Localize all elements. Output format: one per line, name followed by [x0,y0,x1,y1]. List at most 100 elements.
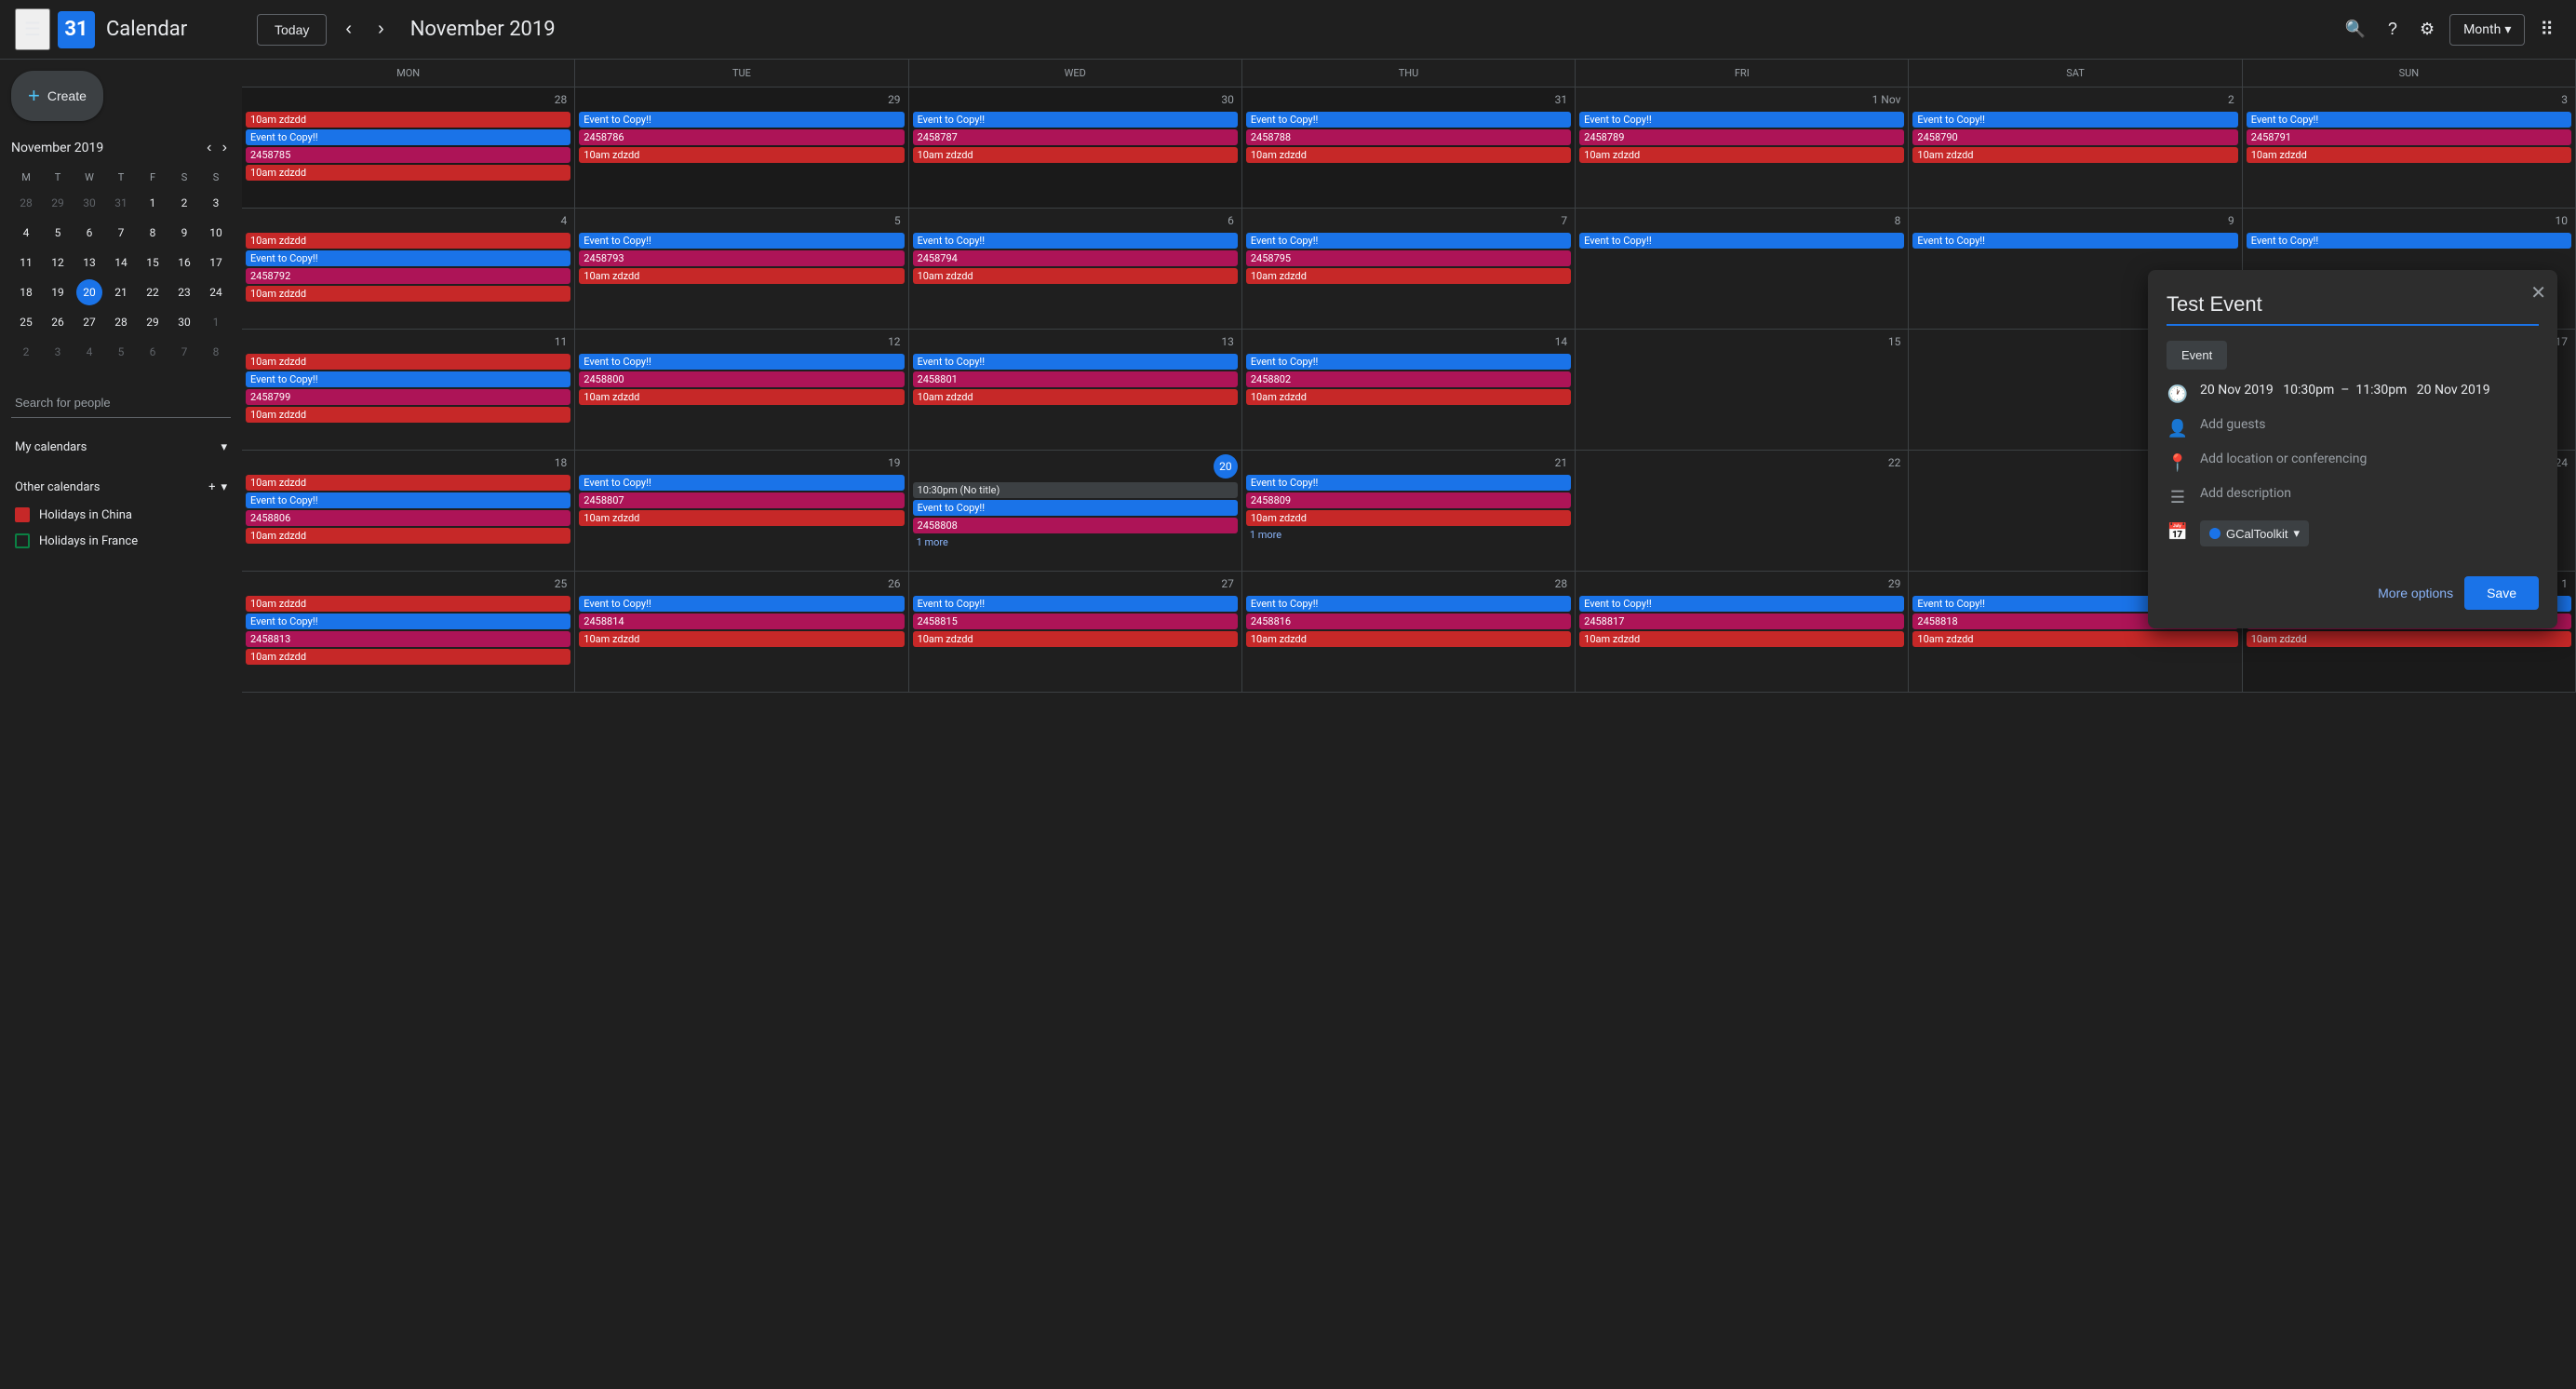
event-chip[interactable]: Event to Copy!! [1579,112,1904,128]
event-chip[interactable]: 10am zdzdd [1912,147,2237,163]
event-chip[interactable]: 10am zdzdd [1912,631,2237,647]
calendar-day-cell[interactable]: 30Event to Copy!!245878710am zdzdd [909,88,1242,209]
save-button[interactable]: Save [2464,576,2539,610]
event-chip[interactable]: Event to Copy!! [913,112,1238,128]
event-chip[interactable]: 10am zdzdd [913,147,1238,163]
add-guests-text[interactable]: Add guests [2200,417,2265,432]
mini-cal-cell[interactable]: 24 [203,279,229,305]
mini-cal-cell[interactable]: 29 [140,309,166,335]
event-chip[interactable]: 10am zdzdd [1246,510,1571,526]
event-chip[interactable]: 10am zdzdd [1246,631,1571,647]
view-selector[interactable]: Month ▾ [2449,14,2525,46]
calendar-day-cell[interactable]: 12Event to Copy!!245880010am zdzdd [575,330,908,451]
event-chip[interactable]: Event to Copy!! [1912,233,2237,249]
calendar-day-cell[interactable]: 2810am zdzddEvent to Copy!!245878510am z… [242,88,575,209]
event-chip[interactable]: Event to Copy!! [1912,112,2237,128]
event-chip[interactable]: Event to Copy!! [913,354,1238,370]
calendar-day-cell[interactable]: 1 NovEvent to Copy!!245878910am zdzdd [1576,88,1909,209]
calendar-day-cell[interactable]: 22 [1576,451,1909,572]
event-chip[interactable]: 2458794 [913,250,1238,266]
next-month-button[interactable]: › [370,11,392,47]
event-chip[interactable]: 2458788 [1246,129,1571,145]
event-chip[interactable]: Event to Copy!! [1246,475,1571,491]
event-chip[interactable]: 2458790 [1912,129,2237,145]
event-chip[interactable]: Event to Copy!! [2247,233,2571,249]
event-chip[interactable]: 10am zdzdd [246,354,570,370]
calendar-day-cell[interactable]: 3Event to Copy!!245879110am zdzdd [2243,88,2576,209]
calendar-day-cell[interactable]: 2Event to Copy!!245879010am zdzdd [1909,88,2242,209]
event-chip[interactable]: 2458793 [579,250,904,266]
event-chip[interactable]: 2458813 [246,631,570,647]
calendar-day-cell[interactable]: 19Event to Copy!!245880710am zdzdd [575,451,908,572]
mini-cal-cell[interactable]: 5 [45,220,71,246]
event-chip[interactable]: Event to Copy!! [579,112,904,128]
mini-cal-cell[interactable]: 29 [45,190,71,216]
event-chip[interactable]: 2458814 [579,614,904,629]
mini-cal-cell[interactable]: 20 [76,279,102,305]
event-chip[interactable]: 10am zdzdd [1579,147,1904,163]
mini-cal-cell[interactable]: 6 [140,339,166,365]
event-chip[interactable]: Event to Copy!! [1246,354,1571,370]
create-button[interactable]: + Create [11,71,103,121]
mini-cal-cell[interactable]: 30 [76,190,102,216]
mini-cal-cell[interactable]: 9 [171,220,197,246]
mini-cal-prev[interactable]: ‹ [203,136,215,160]
calendar-day-cell[interactable]: 14Event to Copy!!245880210am zdzdd [1242,330,1576,451]
today-button[interactable]: Today [257,14,327,46]
event-chip[interactable]: Event to Copy!! [1246,596,1571,612]
event-chip[interactable]: 10am zdzdd [246,407,570,423]
event-chip[interactable]: 10am zdzdd [2247,147,2571,163]
calendar-day-cell[interactable]: 15 [1576,330,1909,451]
event-chip[interactable]: Event to Copy!! [579,596,904,612]
mini-cal-cell[interactable]: 30 [171,309,197,335]
mini-cal-cell[interactable]: 2 [13,339,39,365]
event-chip[interactable]: 10am zdzdd [579,389,904,405]
calendar-day-cell[interactable]: 5Event to Copy!!245879310am zdzdd [575,209,908,330]
calendar-day-cell[interactable]: 8Event to Copy!! [1576,209,1909,330]
hamburger-menu-button[interactable]: ☰ [15,8,50,50]
calendar-day-cell[interactable]: 1810am zdzddEvent to Copy!!245880610am z… [242,451,575,572]
calendar-day-cell[interactable]: 13Event to Copy!!245880110am zdzdd [909,330,1242,451]
event-chip[interactable]: 2458815 [913,614,1238,629]
mini-cal-cell[interactable]: 6 [76,220,102,246]
calendar-day-cell[interactable]: 7Event to Copy!!245879510am zdzdd [1242,209,1576,330]
event-chip[interactable]: 2458786 [579,129,904,145]
mini-cal-cell[interactable]: 27 [76,309,102,335]
mini-cal-cell[interactable]: 12 [45,249,71,276]
mini-cal-cell[interactable]: 1 [140,190,166,216]
mini-cal-cell[interactable]: 4 [13,220,39,246]
prev-month-button[interactable]: ‹ [338,11,359,47]
calendar-day-cell[interactable]: 2510am zdzddEvent to Copy!!245881310am z… [242,572,575,693]
event-chip[interactable]: Event to Copy!! [579,233,904,249]
event-type-button[interactable]: Event [2167,341,2227,370]
more-events-link[interactable]: 1 more [1246,528,1571,542]
calendar-day-cell[interactable]: 29Event to Copy!!245881710am zdzdd [1576,572,1909,693]
add-location-text[interactable]: Add location or conferencing [2200,452,2367,466]
event-chip[interactable]: 2458816 [1246,614,1571,629]
mini-cal-cell[interactable]: 21 [108,279,134,305]
calendar-day-cell[interactable]: 6Event to Copy!!245879410am zdzdd [909,209,1242,330]
calendar-day-cell[interactable]: 29Event to Copy!!245878610am zdzdd [575,88,908,209]
mini-cal-cell[interactable]: 11 [13,249,39,276]
calendar-day-cell[interactable]: 28Event to Copy!!245881610am zdzdd [1242,572,1576,693]
mini-cal-cell[interactable]: 3 [203,190,229,216]
calendar-day-cell[interactable]: 1110am zdzddEvent to Copy!!245879910am z… [242,330,575,451]
help-button[interactable]: ? [2381,12,2405,47]
mini-cal-cell[interactable]: 17 [203,249,229,276]
event-chip[interactable]: Event to Copy!! [913,500,1238,516]
event-chip[interactable]: 10am zdzdd [246,649,570,665]
mini-cal-cell[interactable]: 5 [108,339,134,365]
mini-cal-cell[interactable]: 7 [171,339,197,365]
event-chip[interactable]: 2458806 [246,510,570,526]
event-chip[interactable]: Event to Copy!! [246,614,570,629]
mini-cal-cell[interactable]: 15 [140,249,166,276]
event-chip[interactable]: 2458791 [2247,129,2571,145]
holidays-france-item[interactable]: Holidays in France [11,528,231,554]
mini-cal-cell[interactable]: 2 [171,190,197,216]
event-chip[interactable]: Event to Copy!! [2247,112,2571,128]
event-chip[interactable]: 10am zdzdd [1246,268,1571,284]
calendar-day-cell[interactable]: 2010:30pm (No title)Event to Copy!!24588… [909,451,1242,572]
event-chip[interactable]: 2458789 [1579,129,1904,145]
event-chip[interactable]: 2458800 [579,371,904,387]
mini-cal-cell[interactable]: 8 [203,339,229,365]
